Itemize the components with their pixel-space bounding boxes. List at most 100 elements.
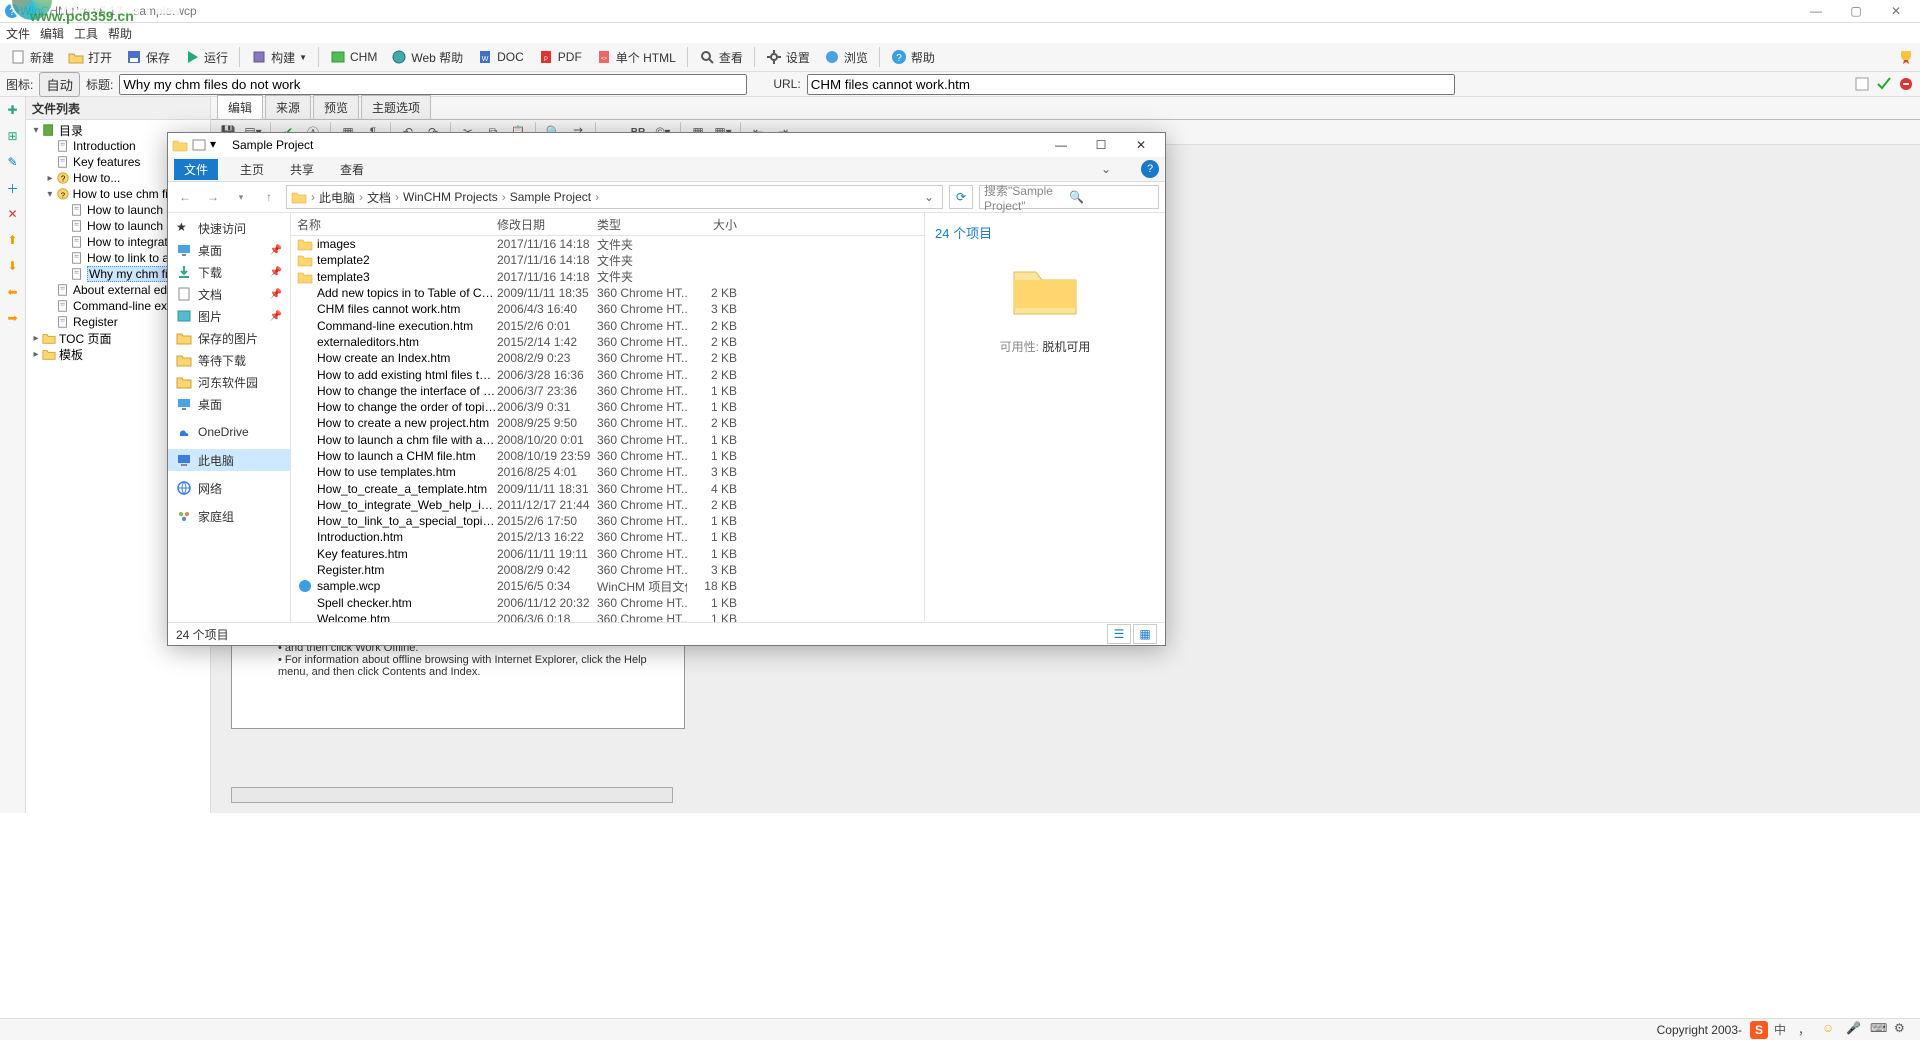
lbtn-delete[interactable]: ✕ — [4, 205, 22, 223]
hscrollbar[interactable] — [231, 787, 673, 803]
col-name[interactable]: 名称 — [297, 216, 497, 233]
lbtn-edit[interactable]: ✎ — [4, 153, 22, 171]
col-date[interactable]: 修改日期 — [497, 216, 597, 233]
file-row[interactable]: Command-line execution.htm2015/2/6 0:013… — [291, 317, 924, 333]
explorer-close-button[interactable]: ✕ — [1121, 133, 1161, 157]
tb-doc[interactable]: WDOC — [471, 47, 530, 67]
search-input[interactable]: 搜索"Sample Project" 🔍 — [979, 185, 1159, 209]
nav-网络[interactable]: 网络 — [168, 477, 290, 499]
url-ok-icon[interactable] — [1876, 76, 1892, 92]
file-row[interactable]: CHM files cannot work.htm2006/4/3 16:403… — [291, 301, 924, 317]
files-header[interactable]: 名称 修改日期 类型 大小 — [291, 213, 924, 236]
file-row[interactable]: How_to_integrate_Web_help_into_you...201… — [291, 497, 924, 513]
url-input[interactable] — [807, 74, 1455, 95]
nav-河东软件园[interactable]: 河东软件园 — [168, 371, 290, 393]
nav-家庭组[interactable]: 家庭组 — [168, 505, 290, 527]
tray-mic-icon[interactable]: 🎤 — [1846, 1021, 1864, 1039]
nav-文档[interactable]: 文档📌 — [168, 283, 290, 305]
file-row[interactable]: images2017/11/16 14:18文件夹 — [291, 236, 924, 252]
icon-auto-button[interactable]: 自动 — [39, 72, 80, 97]
file-row[interactable]: How to use templates.htm2016/8/25 4:0136… — [291, 464, 924, 480]
col-type[interactable]: 类型 — [597, 216, 687, 233]
ribbon-主页[interactable]: 主页 — [236, 159, 268, 180]
file-row[interactable]: How to change the interface of chm...200… — [291, 383, 924, 399]
file-row[interactable]: template22017/11/16 14:18文件夹 — [291, 252, 924, 268]
crumb-segment[interactable]: Sample Project — [510, 190, 591, 204]
explorer-max-button[interactable]: ☐ — [1081, 133, 1121, 157]
tab-来源[interactable]: 来源 — [265, 95, 311, 119]
tb-html[interactable]: <>单个 HTML — [590, 47, 682, 68]
tb-build[interactable]: 构建 ▼ — [245, 47, 313, 68]
nav-保存的图片[interactable]: 保存的图片 — [168, 327, 290, 349]
tb-chm[interactable]: CHM — [324, 47, 383, 67]
file-row[interactable]: How_to_link_to_a_special_topic_in_We...2… — [291, 513, 924, 529]
tab-主题选项[interactable]: 主题选项 — [361, 95, 431, 119]
file-row[interactable]: externaleditors.htm2015/2/14 1:42360 Chr… — [291, 334, 924, 350]
tb-run[interactable]: 运行 — [178, 47, 234, 68]
tb-help[interactable]: ?帮助 — [885, 47, 941, 68]
nav-桌面[interactable]: 桌面📌 — [168, 239, 290, 261]
tb-new[interactable]: 新建 — [4, 47, 60, 68]
title-input[interactable] — [119, 74, 747, 95]
explorer-navpane[interactable]: ★快速访问桌面📌下载📌文档📌图片📌保存的图片等待下载河东软件园桌面OneDriv… — [168, 213, 291, 622]
nav-up-button[interactable]: ↑ — [258, 186, 280, 208]
menu-文件[interactable]: 文件 — [6, 25, 30, 42]
tray-emoji-icon[interactable]: ☺ — [1822, 1021, 1840, 1039]
tray-punct-icon[interactable]: ， — [1798, 1021, 1816, 1039]
lbtn-add-page[interactable]: ✚ — [4, 101, 22, 119]
explorer-files[interactable]: 名称 修改日期 类型 大小 images2017/11/16 14:18文件夹t… — [291, 213, 924, 622]
file-row[interactable]: How to change the order of topics.ht...2… — [291, 399, 924, 415]
menu-帮助[interactable]: 帮助 — [108, 25, 132, 42]
file-row[interactable]: How_to_create_a_template.htm2009/11/11 1… — [291, 480, 924, 496]
file-row[interactable]: How to launch a chm file with a speci...… — [291, 432, 924, 448]
ribbon-共享[interactable]: 共享 — [286, 159, 318, 180]
crumb-segment[interactable]: 文档 — [367, 189, 391, 206]
file-row[interactable]: Add new topics in to Table of Conten...2… — [291, 285, 924, 301]
tray-sogou-icon[interactable]: S — [1750, 1021, 1768, 1039]
nav-back-button[interactable]: ← — [174, 186, 196, 208]
lbtn-left[interactable]: ⬅ — [4, 283, 22, 301]
col-size[interactable]: 大小 — [687, 216, 747, 233]
breadcrumb[interactable]: ›此电脑›文档›WinCHM Projects›Sample Project›⌄ — [286, 185, 943, 209]
lbtn-right[interactable]: ➡ — [4, 309, 22, 327]
lbtn-plus[interactable]: ＋ — [4, 179, 22, 197]
crumb-dropdown-icon[interactable]: ⌄ — [920, 190, 938, 204]
nav-图片[interactable]: 图片📌 — [168, 305, 290, 327]
nav-OneDrive[interactable]: OneDrive — [168, 421, 290, 443]
file-row[interactable]: Introduction.htm2015/2/13 16:22360 Chrom… — [291, 529, 924, 545]
file-row[interactable]: How to launch a CHM file.htm2008/10/19 2… — [291, 448, 924, 464]
explorer-titlebar[interactable]: ▾ Sample Project — ☐ ✕ — [168, 133, 1165, 157]
file-row[interactable]: Register.htm2008/2/9 0:42360 Chrome HT..… — [291, 562, 924, 578]
tb-view[interactable]: 查看 — [693, 47, 749, 68]
tb-settings[interactable]: 设置 — [760, 47, 816, 68]
nav-下载[interactable]: 下载📌 — [168, 261, 290, 283]
menu-工具[interactable]: 工具 — [74, 25, 98, 42]
lbtn-down[interactable]: ⬇ — [4, 257, 22, 275]
view-details-button[interactable]: ☰ — [1107, 624, 1131, 644]
file-row[interactable]: How create an Index.htm2008/2/9 0:23360 … — [291, 350, 924, 366]
crumb-segment[interactable]: 此电脑 — [319, 189, 355, 206]
view-icons-button[interactable]: ▦ — [1133, 624, 1157, 644]
tray-settings-icon[interactable]: ⚙ — [1894, 1021, 1912, 1039]
tb-save[interactable]: 保存 — [120, 47, 176, 68]
nav-quick-access[interactable]: ★快速访问 — [168, 217, 290, 239]
ribbon-help-icon[interactable]: ? — [1141, 160, 1159, 178]
menu-编辑[interactable]: 编辑 — [40, 25, 64, 42]
nav-此电脑[interactable]: 此电脑 — [168, 449, 290, 471]
tb-open[interactable]: 打开 — [62, 47, 118, 68]
tb-pdf[interactable]: PPDF — [532, 47, 588, 67]
ribbon-expand-icon[interactable]: ⌄ — [1095, 162, 1117, 176]
tb-browse[interactable]: 浏览 — [818, 47, 874, 68]
nav-fwd-button[interactable]: → — [202, 186, 224, 208]
tray-ime-icon[interactable]: 中 — [1774, 1021, 1792, 1039]
tray-keyboard-icon[interactable]: ⌨ — [1870, 1021, 1888, 1039]
close-button[interactable]: ✕ — [1876, 1, 1916, 21]
maximize-button[interactable]: ▢ — [1836, 1, 1876, 21]
file-row[interactable]: How to create a new project.htm2008/9/25… — [291, 415, 924, 431]
file-row[interactable]: Welcome.htm2006/3/6 0:18360 Chrome HT...… — [291, 611, 924, 622]
url-cancel-icon[interactable] — [1898, 76, 1914, 92]
tab-预览[interactable]: 预览 — [313, 95, 359, 119]
file-row[interactable]: template32017/11/16 14:18文件夹 — [291, 269, 924, 285]
ribbon-查看[interactable]: 查看 — [336, 159, 368, 180]
file-row[interactable]: sample.wcp2015/6/5 0:34WinCHM 项目文件18 KB — [291, 578, 924, 594]
